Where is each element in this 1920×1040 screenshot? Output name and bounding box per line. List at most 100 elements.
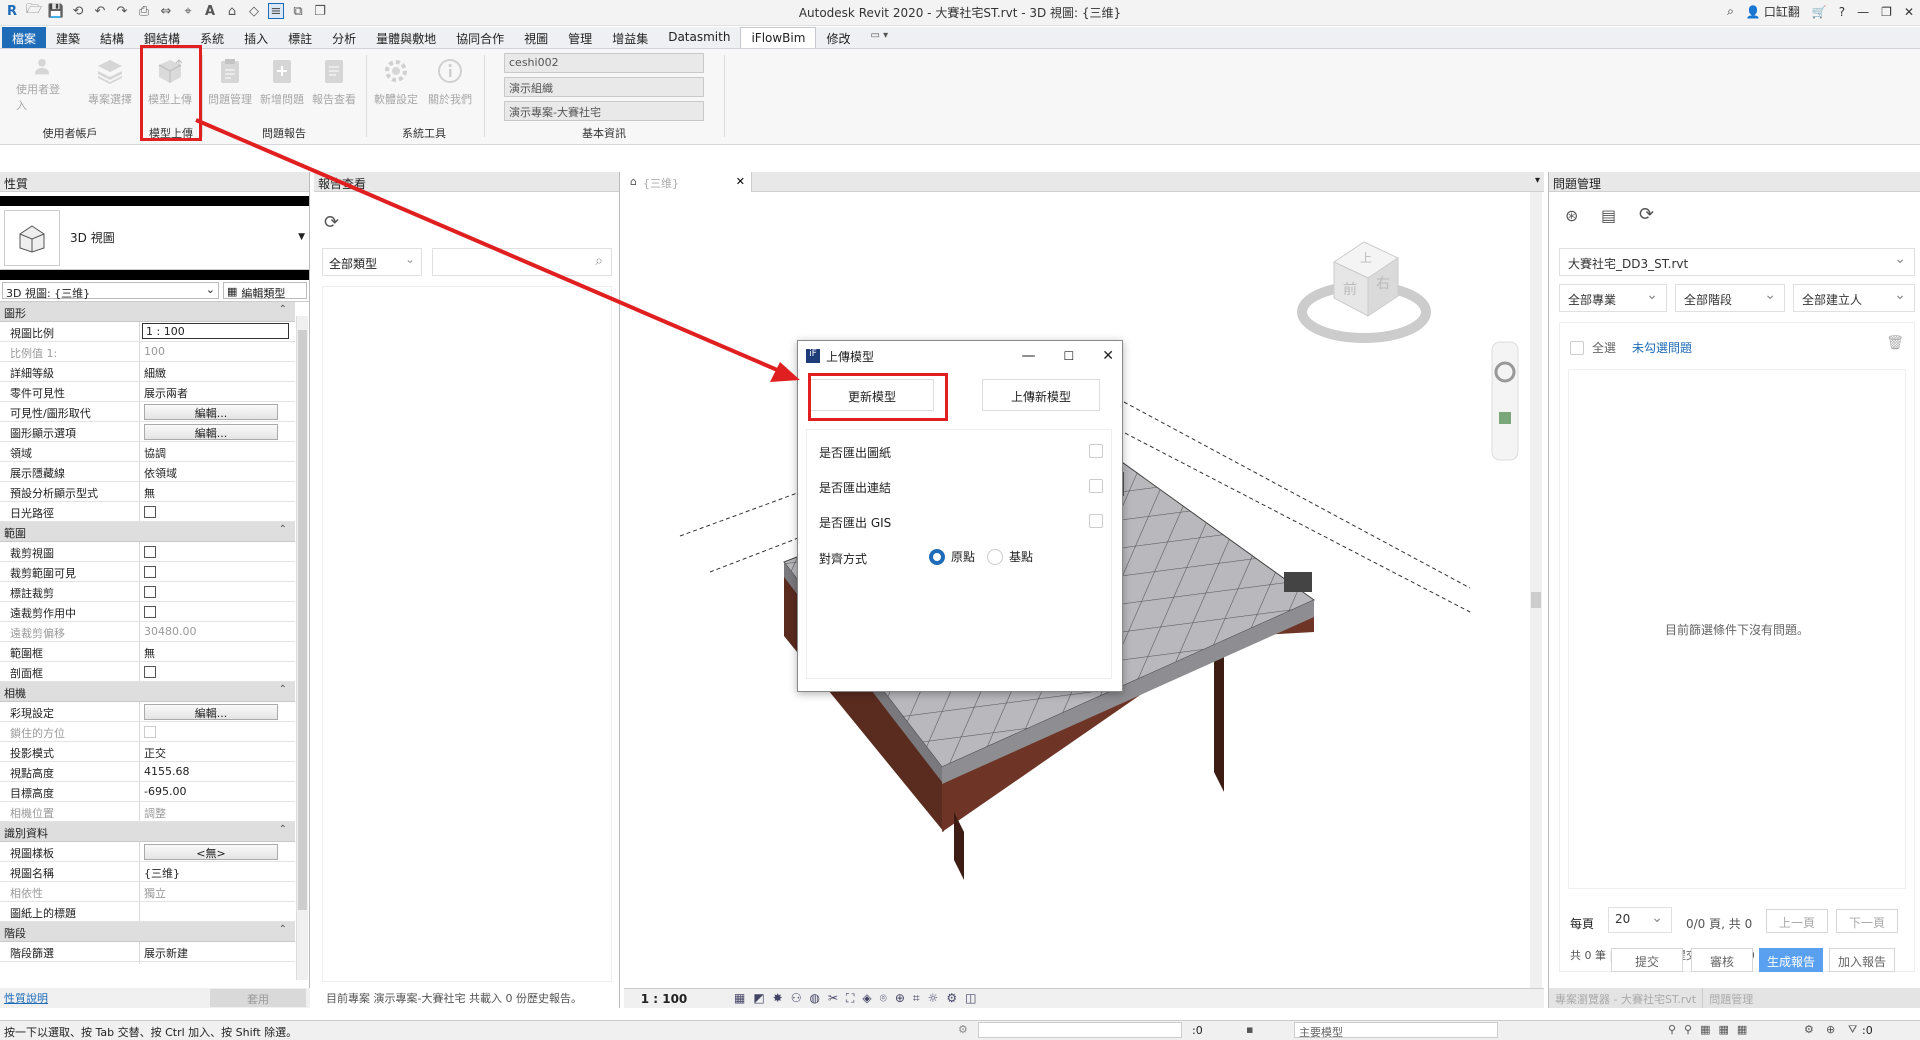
- view-scale[interactable]: 1 : 100: [624, 992, 704, 1006]
- property-value[interactable]: 編輯...: [140, 702, 295, 721]
- refresh-icon[interactable]: ⟳: [1639, 204, 1654, 225]
- property-value[interactable]: 無: [140, 642, 295, 661]
- per-page-select[interactable]: 20: [1608, 907, 1672, 933]
- binoculars-icon[interactable]: ⌕: [1727, 4, 1734, 19]
- property-value[interactable]: 30480.00: [140, 622, 295, 641]
- upload-new-model-button[interactable]: 上傳新模型: [982, 379, 1100, 411]
- property-value[interactable]: 調整: [140, 802, 295, 821]
- restore-icon[interactable]: ❐: [1881, 5, 1892, 19]
- property-value[interactable]: [140, 542, 295, 561]
- property-section-header[interactable]: 相機 ⌃: [0, 682, 295, 702]
- trash-icon[interactable]: 🗑: [1886, 335, 1904, 351]
- report-view-button[interactable]: 報告查看: [308, 53, 360, 113]
- design-option-icon[interactable]: ▪: [1246, 1023, 1253, 1036]
- workset-select[interactable]: [978, 1022, 1182, 1038]
- properties-scrollbar[interactable]: [296, 316, 308, 980]
- property-value[interactable]: 獨立: [140, 882, 295, 901]
- property-edit-button[interactable]: 編輯...: [144, 424, 278, 440]
- unchecked-issues-link[interactable]: 未勾選問題: [1632, 339, 1692, 356]
- export-gis-checkbox[interactable]: [1089, 514, 1103, 528]
- selection-filter-icons[interactable]: ⚲⚲▦▦▦: [1668, 1023, 1755, 1036]
- creator-filter[interactable]: 全部建立人: [1793, 284, 1915, 312]
- properties-help-link[interactable]: 性質說明: [4, 990, 48, 1006]
- property-checkbox[interactable]: [144, 506, 156, 518]
- collapse-icon[interactable]: ⌃: [279, 524, 287, 535]
- property-edit-button[interactable]: 編輯...: [144, 704, 278, 720]
- property-value[interactable]: [140, 582, 295, 601]
- align-basepoint-radio[interactable]: 基點: [987, 548, 1033, 565]
- collapse-icon[interactable]: ⌃: [279, 824, 287, 835]
- save-icon[interactable]: 💾: [48, 3, 64, 19]
- tab-addins[interactable]: 增益集: [602, 27, 658, 48]
- refresh-icon[interactable]: ⟳: [324, 212, 339, 233]
- submit-button[interactable]: 提交: [1611, 948, 1683, 972]
- property-section-header[interactable]: 階段 ⌃: [0, 922, 295, 942]
- about-button[interactable]: 關於我們: [424, 53, 476, 113]
- tab-modify[interactable]: 修改: [816, 27, 860, 48]
- add-to-report-button[interactable]: 加入報告: [1829, 948, 1895, 972]
- tab-massing[interactable]: 量體與敷地: [366, 27, 446, 48]
- property-checkbox[interactable]: [144, 666, 156, 678]
- scroll-thumb[interactable]: [1531, 592, 1541, 608]
- type-selector[interactable]: 3D 視圖 ▼: [0, 206, 309, 270]
- navigation-bar[interactable]: [1491, 341, 1519, 461]
- minimize-icon[interactable]: —: [1022, 348, 1036, 364]
- user-menu[interactable]: 👤 口缸翻: [1746, 3, 1800, 20]
- print-icon[interactable]: ⎙: [136, 3, 152, 19]
- view-instance-select[interactable]: 3D 視圖: {三维} ⌄: [2, 282, 219, 300]
- property-value[interactable]: 展示新建: [140, 942, 295, 961]
- tab-datasmith[interactable]: Datasmith: [658, 27, 740, 48]
- property-value[interactable]: 尚未完成: [140, 962, 295, 964]
- new-issue-button[interactable]: 新增問題: [256, 53, 308, 113]
- settings-button[interactable]: 軟體設定: [370, 53, 422, 113]
- close-view-icon[interactable]: ✕: [736, 175, 745, 189]
- generate-report-button[interactable]: 生成報告: [1759, 948, 1823, 972]
- drag-icon[interactable]: ⊕: [1826, 1023, 1835, 1036]
- property-value[interactable]: 展示兩者: [140, 382, 295, 401]
- property-value[interactable]: <無>: [140, 842, 295, 861]
- property-checkbox[interactable]: [144, 586, 156, 598]
- ribbon-options-icon[interactable]: ▭ ▾: [860, 27, 898, 48]
- prev-page-button[interactable]: 上一頁: [1766, 909, 1828, 933]
- property-section-header[interactable]: 圖形 ⌃: [0, 302, 295, 322]
- view-control-icons[interactable]: ▦◩✸⚇◍✂⛶◈⌾⊕⌗☼⚙◫: [734, 991, 985, 1006]
- login-button[interactable]: 使用者登入: [16, 53, 68, 113]
- next-page-button[interactable]: 下一頁: [1836, 909, 1898, 933]
- compass-icon[interactable]: ⊛: [1565, 206, 1578, 225]
- tab-view[interactable]: 視圖: [514, 27, 558, 48]
- property-value[interactable]: -695.00: [140, 782, 295, 801]
- property-value[interactable]: 無: [140, 482, 295, 501]
- minimize-icon[interactable]: —: [1857, 5, 1869, 19]
- tab-collaborate[interactable]: 協同合作: [446, 27, 514, 48]
- phase-filter[interactable]: 全部階段: [1675, 284, 1785, 312]
- revit-logo-icon[interactable]: R: [4, 3, 20, 19]
- workset-icon[interactable]: ⚙: [958, 1023, 968, 1036]
- property-value[interactable]: 細緻: [140, 362, 295, 381]
- tab-project-browser[interactable]: 專案瀏覽器 - 大賽社宅ST.rvt: [1549, 988, 1704, 1008]
- property-edit-button[interactable]: <無>: [144, 844, 278, 860]
- sync-icon[interactable]: ⟲: [70, 3, 86, 19]
- section-icon[interactable]: ◇: [246, 3, 262, 19]
- tab-issue-manage[interactable]: 問題管理: [1703, 988, 1759, 1008]
- property-edit-button[interactable]: 編輯...: [144, 404, 278, 420]
- align-origin-radio[interactable]: 原點: [929, 548, 975, 565]
- property-value[interactable]: [140, 562, 295, 581]
- property-value[interactable]: [140, 662, 295, 681]
- property-value[interactable]: [140, 602, 295, 621]
- view-cube[interactable]: 上 前 右: [1297, 241, 1431, 343]
- property-value[interactable]: [140, 722, 295, 741]
- view-tab[interactable]: ⌂ {三维} ✕: [624, 172, 752, 192]
- help-icon[interactable]: ?: [1839, 5, 1845, 19]
- close-hidden-icon[interactable]: ⧉: [290, 3, 306, 19]
- issue-manage-button[interactable]: 問題管理: [204, 53, 256, 113]
- close-icon[interactable]: ✕: [1102, 348, 1114, 364]
- tab-structure[interactable]: 結構: [90, 27, 134, 48]
- text-icon[interactable]: A: [202, 3, 218, 19]
- view-scrollbar[interactable]: [1530, 192, 1542, 988]
- thin-lines-icon[interactable]: ≡: [268, 3, 284, 19]
- property-section-header[interactable]: 範圍 ⌃: [0, 522, 295, 542]
- property-value[interactable]: 4155.68: [140, 762, 295, 781]
- tab-annotate[interactable]: 標註: [278, 27, 322, 48]
- file-select[interactable]: 大賽社宅_DD3_ST.rvt: [1559, 248, 1915, 276]
- property-value[interactable]: 1 : 100: [140, 322, 295, 341]
